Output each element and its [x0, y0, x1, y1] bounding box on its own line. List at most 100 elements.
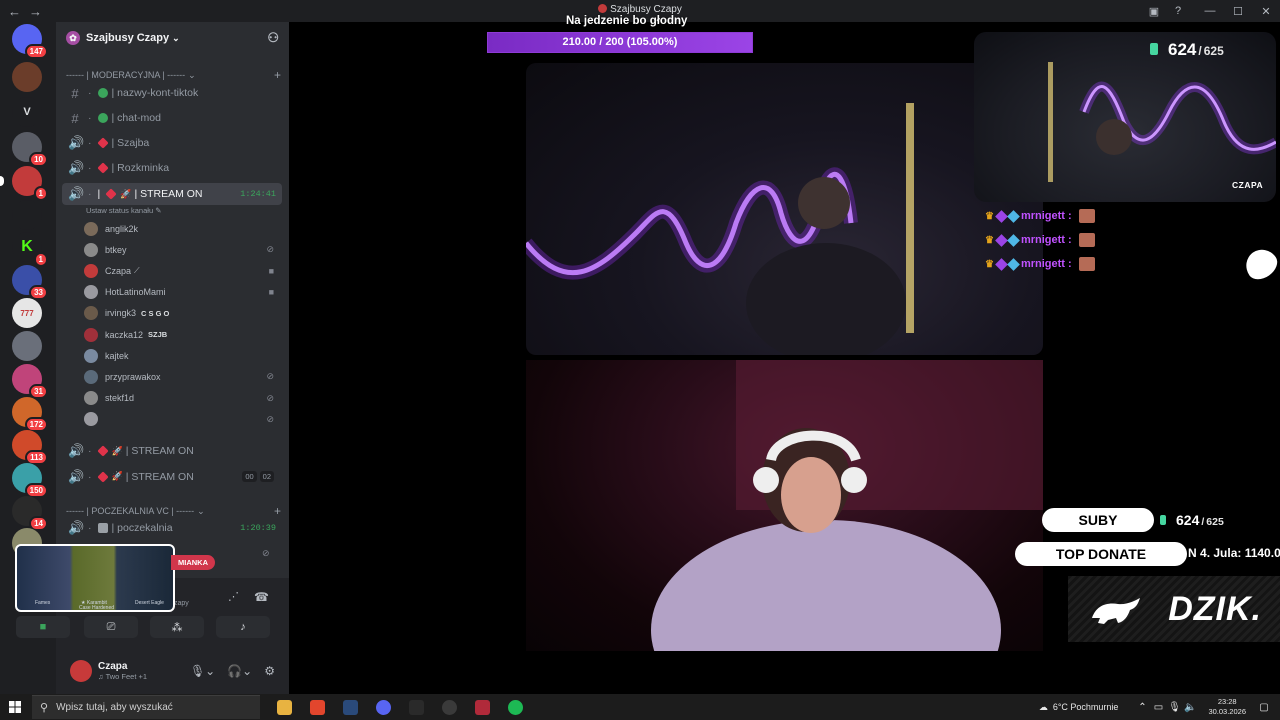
- neon-wave-corner: [1048, 62, 1276, 182]
- channel-label: | chat-mod: [111, 112, 161, 124]
- add-channel-icon[interactable]: +: [274, 504, 281, 518]
- affinity-icon[interactable]: [466, 694, 499, 720]
- brave-browser-icon[interactable]: [301, 694, 334, 720]
- network-icon[interactable]: ▭: [1150, 702, 1166, 713]
- maximize-button[interactable]: ☐: [1224, 5, 1252, 18]
- verified-icon: ⟋: [134, 265, 140, 275]
- microphone-icon[interactable]: 🎙⌄: [190, 664, 215, 678]
- channel-item[interactable]: 🔊 · | 🚀 | STREAM ON 1:24:41: [62, 183, 282, 205]
- guild-name: Szajbusy Czapy: [86, 32, 170, 44]
- spotify-icon[interactable]: [499, 694, 532, 720]
- server-label: K: [21, 238, 33, 255]
- voice-user[interactable]: HotLatinoMami ■: [84, 282, 274, 303]
- server-icon[interactable]: 777: [12, 298, 42, 328]
- server-icon[interactable]: [12, 200, 42, 230]
- skin-preview-popup[interactable]: Fames ★ Karambit Case Hardened Desert Ea…: [15, 544, 175, 612]
- server-icon[interactable]: [12, 331, 42, 361]
- obs-icon[interactable]: [433, 694, 466, 720]
- add-channel-icon[interactable]: +: [274, 68, 281, 82]
- voice-user[interactable]: kajtek: [84, 345, 274, 366]
- pencil-icon: ✎: [155, 206, 162, 215]
- minimize-button[interactable]: —: [1196, 5, 1224, 18]
- screen-share-button[interactable]: ⎚: [84, 616, 138, 638]
- server-icon[interactable]: 150: [12, 463, 48, 498]
- alien-emoji-icon: [97, 88, 108, 98]
- guild-header[interactable]: ✿ Szajbusy Czapy ⌄ ⚇: [56, 22, 289, 54]
- voice-user[interactable]: Czapa ⟋ ■: [84, 260, 274, 281]
- avatar[interactable]: [70, 660, 92, 682]
- discord-icon[interactable]: [367, 694, 400, 720]
- activities-button[interactable]: ⁂: [150, 616, 204, 638]
- taskbar-apps: [268, 694, 532, 720]
- voice-user[interactable]: stekf1d ⊘: [84, 388, 274, 409]
- voice-user[interactable]: anglik2k: [84, 218, 274, 239]
- affinity-glyph: [475, 699, 490, 715]
- category-moderation[interactable]: ------ | MODERACYJNA | ------ ⌄ +: [66, 68, 281, 82]
- chevron-up-icon[interactable]: ⌃: [1134, 702, 1150, 713]
- clock[interactable]: 23:28 30.03.2026: [1208, 697, 1246, 717]
- channel-item[interactable]: 🔊 · | Szajba: [62, 132, 282, 154]
- weather-widget[interactable]: ☁ 6°C Pochmurnie: [1039, 702, 1119, 713]
- crown-icon: ♛: [985, 258, 994, 270]
- voice-user[interactable]: przyprawakox ⊘: [84, 366, 274, 387]
- badge-icon: [1007, 233, 1020, 247]
- emote-icon: [1078, 209, 1095, 223]
- steam-icon[interactable]: [334, 694, 367, 720]
- back-arrow-icon[interactable]: ←: [8, 4, 21, 19]
- server-icon[interactable]: K1: [12, 232, 48, 267]
- windows-taskbar: ⚲ Wpisz tutaj, aby wyszukać ☁ 6°C Pochmu…: [0, 694, 1280, 720]
- channel-item[interactable]: # · | nazwy-kont-tiktok: [62, 82, 282, 104]
- channel-item[interactable]: 🔊 · 🚀 | STREAM ON: [62, 440, 282, 462]
- voice-user[interactable]: irvingk3 C S G O: [84, 303, 274, 324]
- category-waiting[interactable]: ------ | POCZEKALNIA VC | ------ ⌄ +: [66, 504, 281, 518]
- server-icon[interactable]: 31: [12, 364, 48, 399]
- server-icon[interactable]: 14: [12, 496, 48, 531]
- server-icon[interactable]: 113: [12, 430, 48, 465]
- camera-button[interactable]: ■: [16, 616, 70, 638]
- unread-badge: 147: [24, 44, 48, 59]
- user-tag: C S G O: [141, 308, 170, 318]
- screen-share-icon[interactable]: ▣: [1142, 5, 1166, 18]
- settings-gear-icon[interactable]: ⚙: [264, 664, 275, 678]
- server-icon[interactable]: 33: [12, 265, 48, 300]
- count-chip: 02: [259, 471, 274, 482]
- guest-label: CZAPA: [1232, 180, 1264, 190]
- help-icon[interactable]: ?: [1166, 5, 1190, 17]
- add-member-icon[interactable]: ⚇: [267, 30, 279, 46]
- close-button[interactable]: ✕: [1252, 5, 1280, 18]
- voice-user[interactable]: btkey ⊘: [84, 239, 274, 260]
- voice-user[interactable]: ⊘: [84, 409, 274, 430]
- voice-user-name: stekf1d: [105, 393, 135, 404]
- taskbar-search-input[interactable]: ⚲ Wpisz tutaj, aby wyszukać: [32, 695, 260, 719]
- channel-poczekalnia[interactable]: 🔊 · | poczekalnia 1:20:39: [62, 517, 282, 539]
- channel-label: | Szajba: [111, 137, 150, 149]
- channel-item[interactable]: 🔊 · | Rozkminka: [62, 157, 282, 179]
- microphone-icon[interactable]: 🎙: [1166, 702, 1182, 713]
- headphones-icon[interactable]: 🎧⌄: [227, 664, 252, 678]
- separator-dot: ·: [88, 470, 92, 483]
- speaker-icon: 🔊: [68, 160, 85, 175]
- server-icon[interactable]: 147: [12, 24, 48, 59]
- red-diamond-icon: [105, 188, 117, 200]
- channel-item[interactable]: # · | chat-mod: [62, 107, 282, 129]
- server-icon[interactable]: V: [12, 97, 42, 127]
- channel-status[interactable]: Ustaw status kanału ✎: [86, 206, 162, 215]
- server-icon[interactable]: 172: [12, 397, 48, 432]
- separator-dot: ·: [88, 112, 92, 124]
- notification-icon[interactable]: ▢: [1256, 702, 1272, 713]
- windows-start-icon[interactable]: [0, 694, 30, 720]
- role-badge: MIANKA: [171, 555, 215, 570]
- server-icon[interactable]: [12, 62, 42, 92]
- voice-user[interactable]: kaczka12 SZJB: [84, 324, 274, 345]
- file-explorer-icon[interactable]: [268, 694, 301, 720]
- disconnect-icon[interactable]: ☎: [254, 590, 269, 604]
- volume-icon[interactable]: 🔈: [1182, 702, 1198, 713]
- badge-icon: [1007, 257, 1020, 271]
- forward-arrow-icon[interactable]: →: [29, 4, 42, 19]
- epic-games-icon[interactable]: [400, 694, 433, 720]
- server-icon[interactable]: 10: [12, 132, 48, 167]
- noise-suppression-icon[interactable]: ⋰: [228, 590, 239, 603]
- server-icon[interactable]: 1: [0, 166, 48, 201]
- soundboard-button[interactable]: ♪: [216, 616, 270, 638]
- channel-item[interactable]: 🔊 · 🚀 | STREAM ON 00 02: [62, 466, 282, 488]
